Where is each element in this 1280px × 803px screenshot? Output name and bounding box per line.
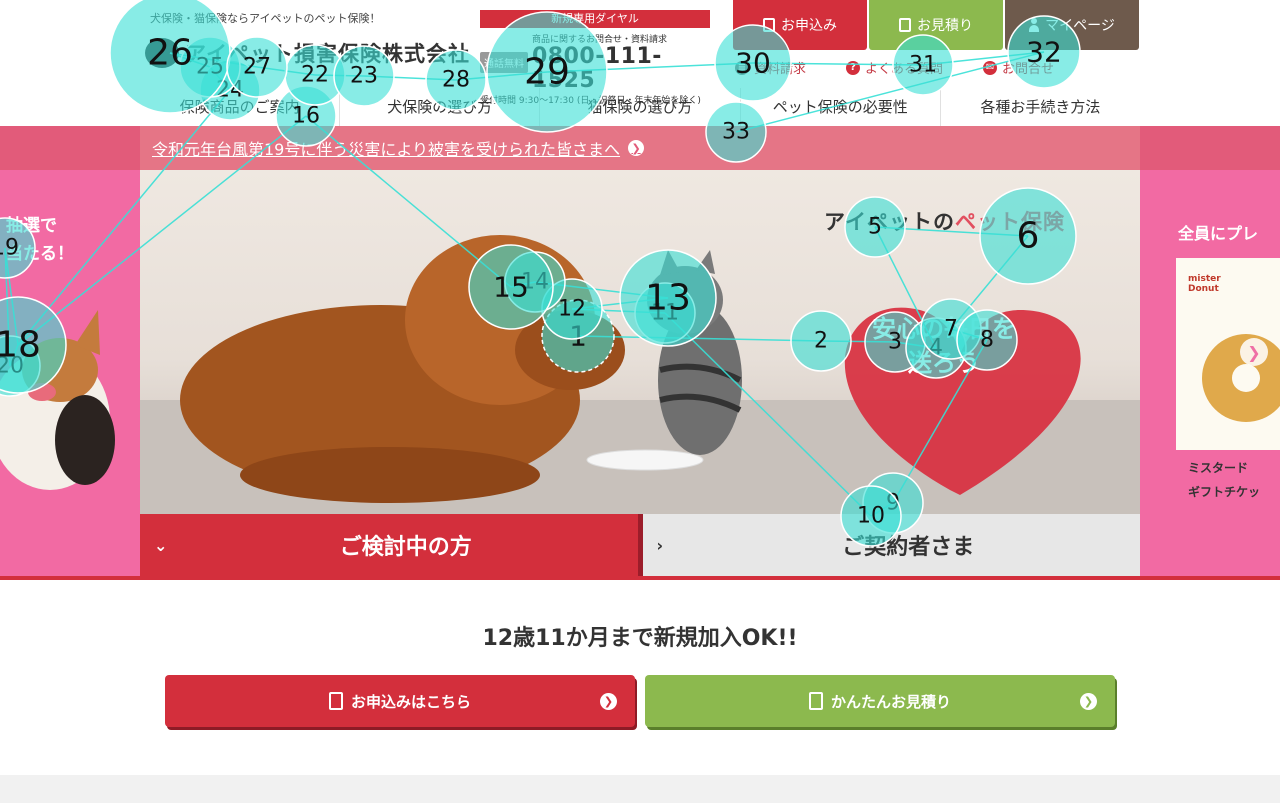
next-slide-preview[interactable]: 全員にプレ mister Donut ミスタード ギフトチケッ ❯ xyxy=(1140,170,1280,576)
contact-link[interactable]: ✉ お問合せ xyxy=(983,58,1054,77)
scanpath-segment xyxy=(256,66,316,76)
faq-link-label: よくある質問 xyxy=(865,62,944,77)
calculator-icon xyxy=(899,18,911,32)
apply-cta-button[interactable]: お申込みはこちら ❯ xyxy=(165,675,635,727)
site-tagline: 犬保険・猫保険ならアイペットのペット保険！ xyxy=(150,12,381,25)
form-icon xyxy=(763,18,775,32)
estimate-cta-label: かんたんお見積り xyxy=(830,692,951,711)
age-limit-headline: 12歳11か月まで新規加入OK!! xyxy=(482,626,798,651)
arrow-right-icon: ❯ xyxy=(628,140,645,156)
prize-caption-line-2: ギフトチケッ xyxy=(1188,485,1261,499)
apply-cta-label: お申込みはこちら xyxy=(350,692,471,711)
nav-item-dog-insurance[interactable]: 犬保険の選び方 xyxy=(339,88,539,126)
audience-tabs: ⌄ ご検討中の方 › ご契約者さま xyxy=(140,514,1140,576)
scanpath-segment xyxy=(314,74,365,77)
mypage-button-label: マイページ xyxy=(1045,18,1115,34)
estimate-cta-button[interactable]: かんたんお見積り ❯ xyxy=(645,675,1115,727)
tab-prospect-label: ご検討中の方 xyxy=(339,535,472,560)
chevron-down-icon: ⌄ xyxy=(154,535,168,555)
mister-donut-logo: mister Donut xyxy=(1188,274,1221,294)
footer-band xyxy=(0,775,1280,803)
all-members-text: 全員にプレ xyxy=(1178,224,1259,243)
person-icon xyxy=(1029,18,1040,32)
notice-text: 令和元年台風第19号に伴う災害により被害を受けられた皆さまへ xyxy=(152,140,621,159)
toll-free-badge: 通話無料 xyxy=(480,52,528,73)
documents-link-label: 資料請求 xyxy=(754,62,807,77)
chevron-right-icon: › xyxy=(656,535,664,555)
faq-link[interactable]: ? よくある質問 xyxy=(846,58,943,77)
estimate-button[interactable]: お見積り xyxy=(869,0,1003,50)
calculator-icon xyxy=(808,692,823,710)
arrow-right-icon: ❯ xyxy=(1080,692,1097,710)
site-logo[interactable]: アイペット損害保険株式会社 xyxy=(145,38,470,68)
document-icon: ≡ xyxy=(735,60,749,75)
nav-item-products[interactable]: 保険商品のご案内 xyxy=(140,88,339,126)
prize-caption-line-1: ミスタード xyxy=(1188,461,1249,475)
prize-caption: ミスタード ギフトチケッ xyxy=(1188,456,1260,504)
page: { "header": { "tagline": "犬保険・猫保険ならアイペット… xyxy=(0,0,1280,803)
company-name: アイペット損害保険株式会社 xyxy=(185,42,470,66)
scanpath-segment xyxy=(363,75,457,81)
lottery-line-1: 抽選で xyxy=(6,216,57,236)
form-icon xyxy=(328,692,343,710)
tab-contract[interactable]: › ご契約者さま xyxy=(642,514,1140,576)
tab-contract-label: ご契約者さま xyxy=(842,535,975,560)
lottery-line-2: 当たる！ xyxy=(6,244,74,264)
scanpath-segment xyxy=(209,66,231,91)
apply-button-label: お申込み xyxy=(781,18,837,34)
mail-icon: ✉ xyxy=(983,60,998,75)
prize-brand-line-1: mister xyxy=(1188,274,1221,284)
nav-item-necessity[interactable]: ペット保険の必要性 xyxy=(739,88,940,126)
tab-prospect[interactable]: ⌄ ご検討中の方 xyxy=(140,514,643,576)
hero-carousel: 令和元年台風第19号に伴う災害により被害を受けられた皆さまへ ❯ 抽選で 当たる… xyxy=(0,126,1280,576)
question-icon: ? xyxy=(846,60,861,75)
utility-links: ≡ 資料請求 ? よくある質問 ✉ お問合せ xyxy=(735,58,1054,77)
heart-title-accent: ペット保険 xyxy=(954,210,1065,234)
prize-brand-line-2: Donut xyxy=(1188,284,1219,294)
logo-mark-icon xyxy=(145,38,179,68)
nav-item-cat-insurance[interactable]: 猫保険の選び方 xyxy=(539,88,739,126)
next-slide-arrow-icon[interactable]: ❯ xyxy=(1240,338,1268,366)
heart-title: アイペットのペット保険 xyxy=(824,206,1065,236)
documents-link[interactable]: ≡ 資料請求 xyxy=(735,58,806,77)
dial-title: 新規専用ダイヤル xyxy=(480,10,710,28)
tab-underline xyxy=(0,576,1280,580)
contact-link-label: お問合せ xyxy=(1002,62,1055,77)
heart-title-pre: アイペットの xyxy=(824,210,955,234)
heart-body-line-1: 安心の毎日を xyxy=(872,315,1016,343)
nav-item-procedures[interactable]: 各種お手続き方法 xyxy=(939,88,1140,126)
mypage-button[interactable]: マイページ xyxy=(1005,0,1139,50)
estimate-button-label: お見積り xyxy=(917,18,973,34)
arrow-right-icon: ❯ xyxy=(600,692,617,710)
corgi-illustration xyxy=(0,310,115,490)
heart-body-line-2: 送ろう xyxy=(908,349,980,377)
heart-body: 安心の毎日を 送ろう xyxy=(872,312,1016,380)
prev-slide-preview[interactable]: 抽選で 当たる！ xyxy=(0,170,140,576)
phone-number[interactable]: 0800-111-1525 xyxy=(532,45,710,93)
apply-button[interactable]: お申込み xyxy=(733,0,867,50)
donut-illustration xyxy=(1202,334,1280,422)
global-nav: 保険商品のご案内 犬保険の選び方 猫保険の選び方 ペット保険の必要性 各種お手続… xyxy=(140,88,1140,126)
lottery-text: 抽選で 当たる！ xyxy=(6,212,74,268)
disaster-notice-link[interactable]: 令和元年台風第19号に伴う災害により被害を受けられた皆さまへ ❯ xyxy=(140,126,1140,170)
